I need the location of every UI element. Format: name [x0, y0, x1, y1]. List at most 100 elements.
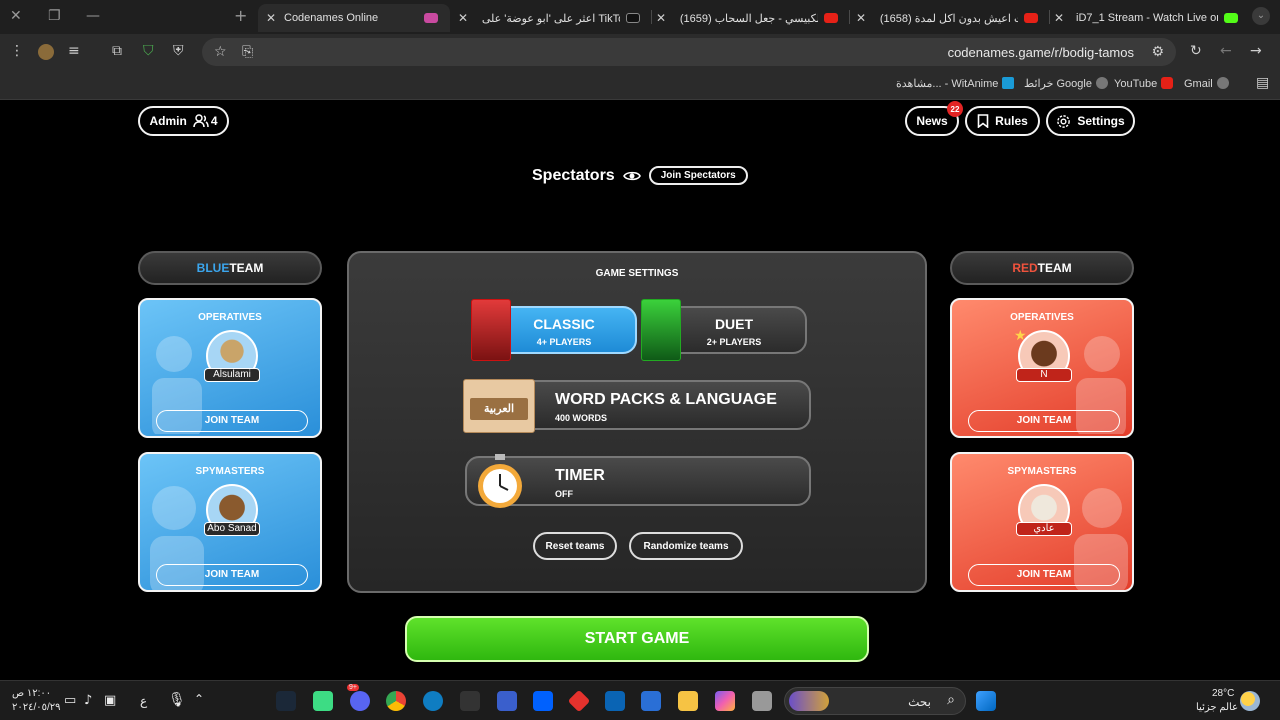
file-explorer-icon[interactable] [678, 691, 698, 711]
word-packs-button[interactable]: العربية WORD PACKS & LANGUAGE 400 WORDS [463, 379, 811, 433]
player-name: Abo Sanad [204, 522, 260, 536]
blue-operatives-join-button[interactable]: JOIN TEAM [156, 410, 308, 432]
red-operatives-join-button[interactable]: JOIN TEAM [968, 410, 1120, 432]
codenames-lobby: Admin 4 News 22 Rules Settings Spectator… [0, 101, 1280, 680]
dropbox-icon[interactable] [533, 691, 553, 711]
rules-button[interactable]: Rules [965, 106, 1040, 136]
discord-icon[interactable] [350, 691, 370, 711]
close-window-icon[interactable]: ✕ [10, 8, 22, 24]
reload-icon[interactable]: ↻ [1190, 43, 1202, 59]
close-icon[interactable]: ✕ [856, 11, 870, 25]
witanime-icon [1002, 77, 1015, 89]
blue-operatives-title: OPERATIVES [198, 312, 262, 323]
blue-spymasters-join-button[interactable]: JOIN TEAM [156, 564, 308, 586]
red-team-header: RED TEAM [950, 251, 1134, 285]
tab-title: Codenames Online [284, 12, 379, 24]
globe-icon [1216, 77, 1229, 89]
input-language[interactable]: ع [140, 694, 147, 708]
app-icon-3[interactable] [567, 689, 591, 713]
site-settings-icon[interactable]: ⚙ [1151, 44, 1164, 60]
windows-start-icon[interactable] [976, 691, 996, 711]
close-icon[interactable]: ✕ [266, 11, 280, 25]
store-icon[interactable] [641, 691, 661, 711]
chrome-icon[interactable] [386, 691, 406, 711]
spectators-row: Spectators Join Spectators [532, 166, 748, 185]
app-icon[interactable] [313, 691, 333, 711]
close-icon[interactable]: ✕ [656, 11, 670, 25]
tab-youtube-2[interactable]: ✕ (1658) قررت اعيش بدون اكل لمدة [856, 4, 1044, 32]
menu-icon[interactable]: ⋮ [10, 43, 24, 59]
search-icon: ⌕ [947, 692, 955, 708]
spectators-label: Spectators [532, 166, 615, 184]
youtube-icon [824, 13, 838, 23]
mode-classic-button[interactable]: CLASSIC 4+ PLAYERS [491, 306, 637, 354]
red-spymasters-join-button[interactable]: JOIN TEAM [968, 564, 1120, 586]
join-spectators-button[interactable]: Join Spectators [648, 166, 748, 185]
kick-icon [1224, 13, 1238, 23]
bookmark-gmail[interactable]: Gmail [1184, 77, 1229, 90]
new-tab-icon[interactable]: + [234, 6, 247, 25]
app-icon-2[interactable] [497, 691, 517, 711]
chevron-up-icon[interactable]: ⌃ [194, 692, 204, 706]
bookmark-witanime[interactable]: مشاهدة... - WitAnime [896, 77, 1015, 90]
bookmark-youtube[interactable]: YouTube [1114, 77, 1174, 90]
clock-time: ١٢:٠٠ ص [12, 688, 52, 699]
news-button[interactable]: News 22 [905, 101, 963, 136]
back-icon[interactable]: ← [1220, 43, 1232, 59]
extensions-icon[interactable]: ⧉ [112, 43, 122, 59]
copilot-icon[interactable] [715, 691, 735, 711]
battery-icon[interactable]: ▭ [64, 693, 76, 708]
bookmark-icon [977, 114, 989, 128]
tab-title: اعثر على 'ابو عوضة' على TikTok [481, 12, 620, 25]
browser-tab-strip: ✕ ❐ — + ✕ Codenames Online ✕ اعثر على 'ا… [0, 0, 1280, 34]
randomize-teams-button[interactable]: Randomize teams [629, 532, 743, 560]
edge-icon[interactable] [423, 691, 443, 711]
close-icon[interactable]: ✕ [1054, 11, 1068, 25]
tab-search-icon[interactable]: ⌄ [1252, 7, 1270, 25]
url-text: codenames.game/r/bodig-tamos [947, 45, 1134, 60]
app-icon-4[interactable] [752, 691, 772, 711]
start-game-button[interactable]: START GAME [405, 616, 869, 662]
timer-button[interactable]: TIMER OFF [465, 454, 811, 508]
taskbar-search[interactable]: بحث ⌕ [784, 687, 966, 715]
reset-teams-button[interactable]: Reset teams [533, 532, 617, 560]
translate-icon[interactable]: ⎘ [242, 44, 253, 60]
bookmark-star-icon[interactable]: ☆ [214, 44, 227, 60]
red-operatives-card: OPERATIVES ★ N JOIN TEAM [950, 298, 1134, 438]
network-icon[interactable]: ▣ [104, 693, 116, 708]
adblock-shield-icon[interactable]: ⛉ [143, 43, 154, 59]
tab-kick[interactable]: ✕ iD7_1 Stream - Watch Live on K [1054, 4, 1244, 32]
game-settings-panel: GAME SETTINGS CLASSIC 4+ PLAYERS DUET 2+… [347, 251, 927, 593]
admin-button[interactable]: Admin 4 [138, 106, 229, 136]
gear-icon [1057, 114, 1071, 128]
red-operatives-title: OPERATIVES [1010, 312, 1074, 323]
player-name: N [1016, 368, 1072, 382]
all-bookmarks-icon[interactable]: ▤ [1256, 75, 1269, 91]
forward-icon[interactable]: → [1250, 43, 1262, 59]
tab-youtube-1[interactable]: ✕ (1659) فهد الكبيسي - جعل السحاب [656, 4, 844, 32]
red-spymasters-card: SPYMASTERS عادي JOIN TEAM [950, 452, 1134, 592]
security-shield-icon[interactable]: ⛨ [173, 43, 184, 59]
epic-games-icon[interactable] [460, 691, 480, 711]
minimize-window-icon[interactable]: — [86, 8, 100, 24]
player-name: عادي [1016, 522, 1072, 536]
close-icon[interactable]: ✕ [458, 11, 472, 25]
tab-codenames[interactable]: ✕ Codenames Online [258, 4, 450, 32]
bookmark-google-maps[interactable]: خرائط Google [1024, 77, 1108, 90]
steam-icon[interactable] [276, 691, 296, 711]
profile-avatar[interactable] [38, 44, 54, 60]
weather-icon[interactable] [1240, 691, 1260, 711]
classic-box-art [471, 299, 511, 361]
outlook-icon[interactable] [605, 691, 625, 711]
tab-title: iD7_1 Stream - Watch Live on K [1076, 12, 1218, 24]
microphone-icon[interactable]: 🎙 [168, 692, 186, 708]
tab-title: (1659) فهد الكبيسي - جعل السحاب [679, 12, 818, 25]
bookmarks-bar: ▤ Gmail YouTube خرائط Google مشاهدة... -… [0, 70, 1280, 100]
reading-list-icon[interactable]: ≡ [68, 43, 80, 59]
restore-window-icon[interactable]: ❐ [48, 8, 61, 24]
mode-duet-button[interactable]: DUET 2+ PLAYERS [661, 306, 807, 354]
address-bar[interactable]: ☆ ⎘ codenames.game/r/bodig-tamos ⚙ [202, 38, 1176, 66]
volume-icon[interactable]: ♪ [84, 693, 92, 708]
tab-tiktok[interactable]: ✕ اعثر على 'ابو عوضة' على TikTok [458, 4, 646, 32]
settings-button[interactable]: Settings [1046, 106, 1135, 136]
